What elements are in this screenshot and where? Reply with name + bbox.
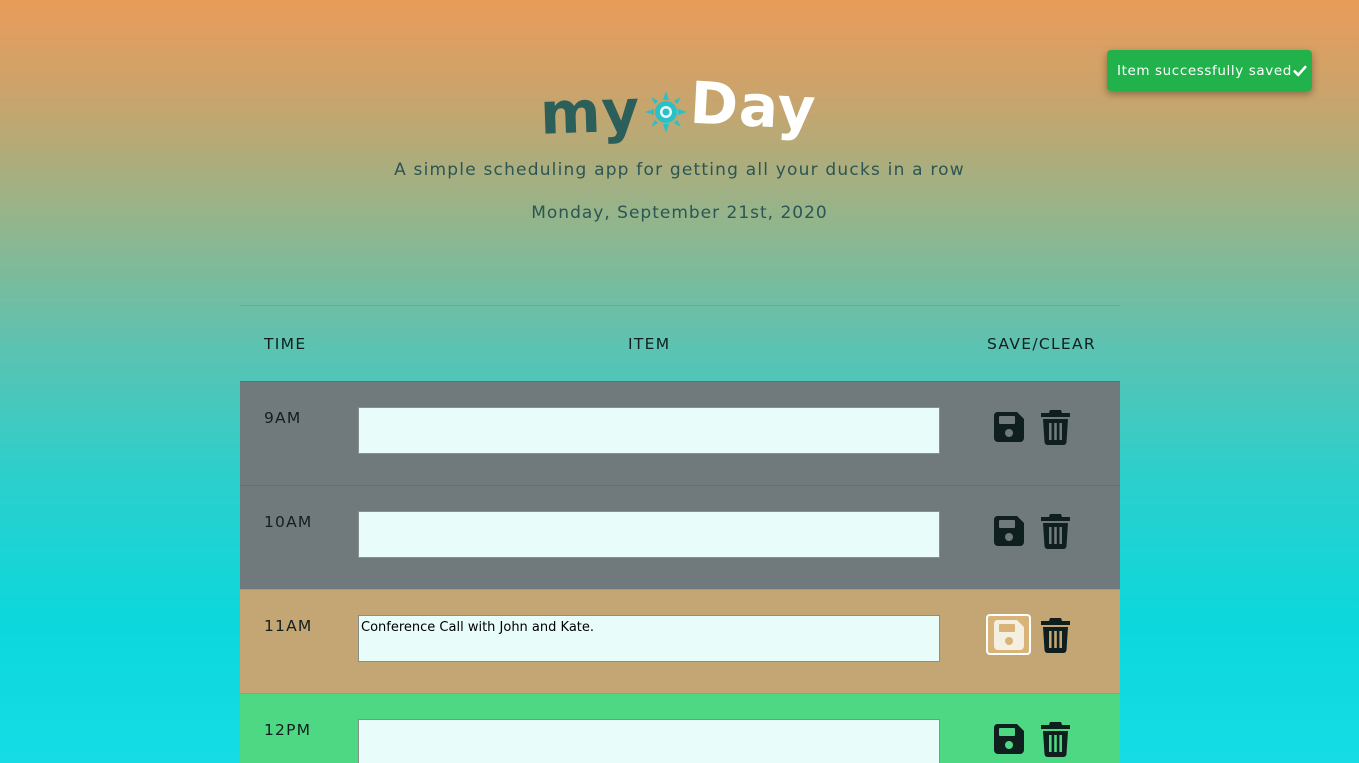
trash-icon: [1040, 617, 1070, 653]
clear-button[interactable]: [1037, 718, 1073, 759]
schedule-row-9am: 9AM: [240, 381, 1120, 485]
save-button[interactable]: [986, 510, 1031, 551]
trash-icon: [1040, 513, 1070, 549]
logo-day-text: Day: [688, 68, 819, 144]
item-input[interactable]: [358, 407, 940, 454]
app-logo: my Day: [538, 69, 822, 154]
check-icon: [1293, 65, 1307, 76]
schedule-table: TIME ITEM SAVE/CLEAR 9AM 10AM 11AM Conferen…: [240, 305, 1120, 763]
app-subtitle: A simple scheduling app for getting all …: [394, 160, 965, 180]
toast-message: Item successfully saved: [1117, 62, 1292, 79]
item-input[interactable]: [358, 511, 940, 558]
floppy-disk-icon: [993, 723, 1024, 754]
hour-label: 10AM: [264, 513, 313, 531]
schedule-row-12pm: 12PM: [240, 693, 1120, 763]
save-button[interactable]: [986, 406, 1031, 447]
table-header: TIME ITEM SAVE/CLEAR: [240, 305, 1120, 381]
current-date: Monday, September 21st, 2020: [531, 203, 828, 223]
clear-button[interactable]: [1037, 510, 1073, 551]
item-input[interactable]: [358, 719, 940, 763]
schedule-row-11am: 11AM Conference Call with John and Kate.: [240, 589, 1120, 693]
item-input[interactable]: Conference Call with John and Kate.: [358, 615, 940, 662]
save-button[interactable]: [986, 718, 1031, 759]
hour-label: 11AM: [264, 617, 313, 635]
floppy-disk-icon: [993, 411, 1024, 442]
column-header-save-clear: SAVE/CLEAR: [987, 335, 1096, 353]
logo-my-text: my: [538, 76, 642, 148]
column-header-time: TIME: [264, 335, 307, 353]
floppy-disk-icon: [993, 619, 1024, 650]
trash-icon: [1040, 409, 1070, 445]
hour-label: 12PM: [264, 721, 312, 739]
floppy-disk-icon: [993, 515, 1024, 546]
sun-icon: [645, 91, 687, 133]
column-header-item: ITEM: [628, 335, 671, 353]
save-button[interactable]: [986, 614, 1031, 655]
trash-icon: [1040, 721, 1070, 757]
schedule-row-10am: 10AM: [240, 485, 1120, 589]
hour-label: 9AM: [264, 409, 302, 427]
save-success-toast: Item successfully saved: [1107, 50, 1312, 91]
clear-button[interactable]: [1037, 614, 1073, 655]
clear-button[interactable]: [1037, 406, 1073, 447]
